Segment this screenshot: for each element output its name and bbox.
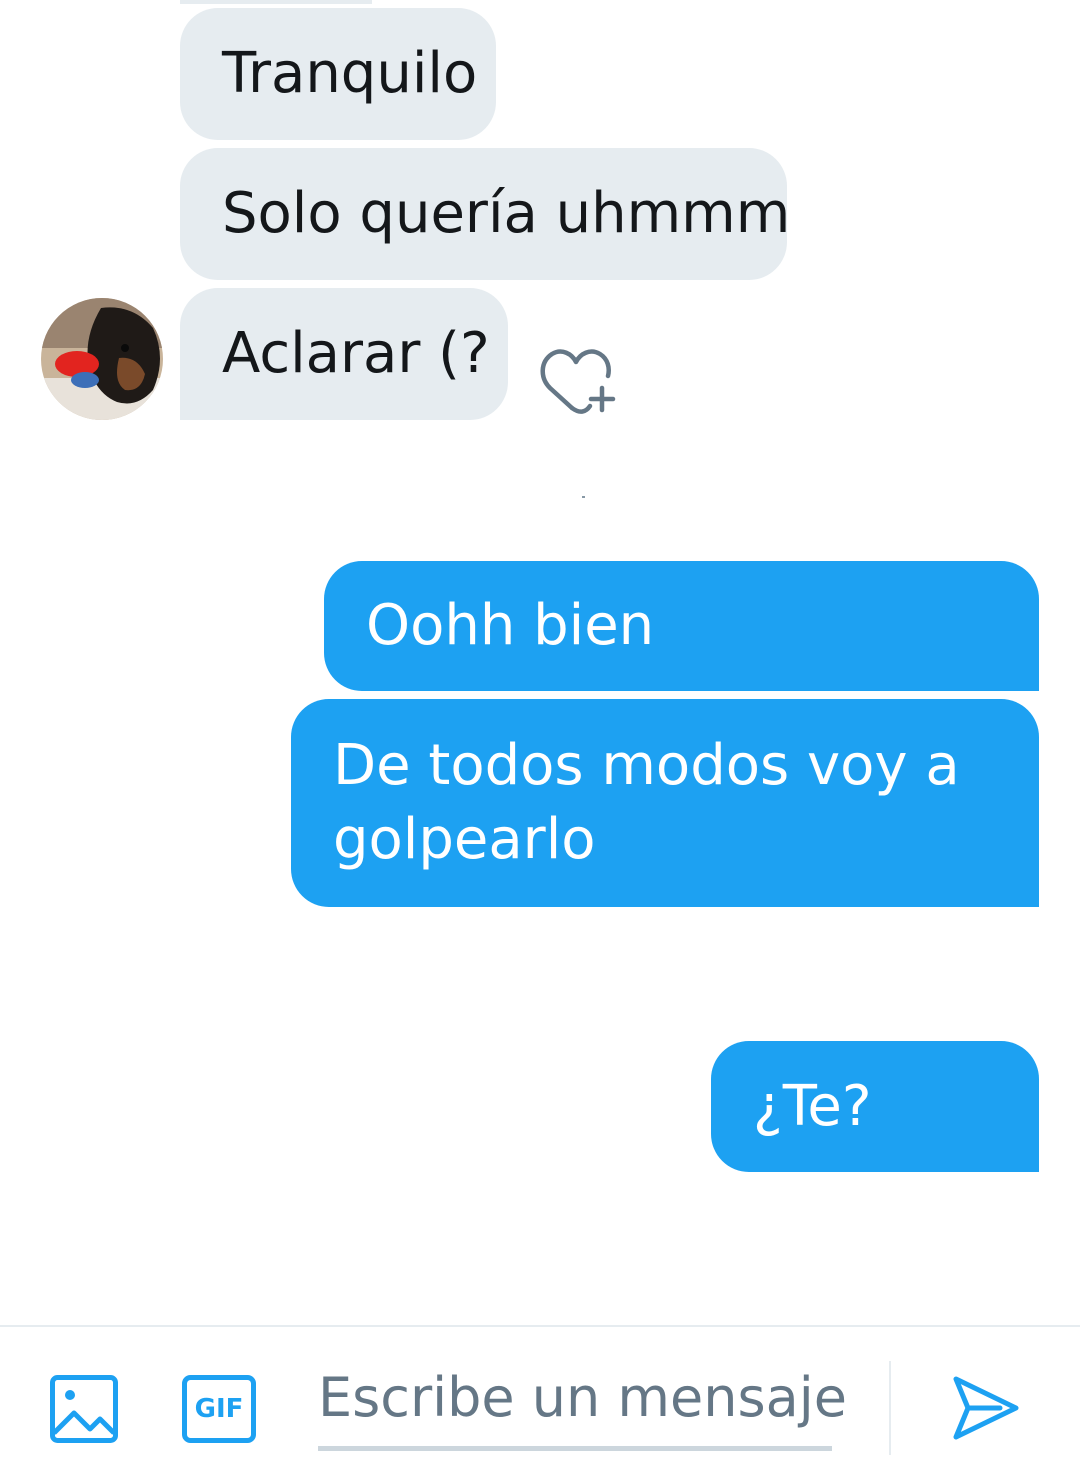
separator-dot (582, 496, 585, 498)
message-text: Oohh bien (366, 593, 655, 658)
previous-message-bubble-edge (180, 0, 372, 4)
sent-message-bubble[interactable]: ¿Te? (711, 1041, 1039, 1172)
dm-conversation-screen: Tranquilo Solo quería uhmmm Aclarar (? O… (0, 0, 1080, 1474)
add-photo-button[interactable] (50, 1375, 118, 1443)
message-composer: GIF Escribe un mensaje (0, 1325, 1080, 1474)
message-text: Tranquilo (222, 41, 478, 106)
like-message-button[interactable] (536, 344, 620, 418)
send-icon (953, 1376, 1019, 1440)
received-message-bubble[interactable]: Tranquilo (180, 8, 496, 140)
message-text-line: De todos modos voy a (333, 733, 960, 798)
message-text: Aclarar (? (222, 321, 490, 386)
gif-label: GIF (194, 1394, 244, 1424)
message-text: Solo quería uhmmm (222, 181, 791, 246)
message-input[interactable]: Escribe un mensaje (318, 1363, 847, 1451)
received-message-bubble[interactable]: Solo quería uhmmm (180, 148, 791, 280)
heart-plus-icon (540, 349, 616, 414)
composer-divider (889, 1361, 891, 1455)
add-gif-button[interactable]: GIF (182, 1375, 256, 1443)
sent-message-bubble[interactable]: Oohh bien (324, 561, 1039, 691)
sender-avatar[interactable] (41, 298, 163, 420)
message-text: ¿Te? (753, 1073, 872, 1139)
image-icon (50, 1375, 118, 1443)
received-message-bubble[interactable]: Aclarar (? (180, 288, 508, 420)
avatar-photo (41, 298, 163, 420)
send-button[interactable] (950, 1373, 1020, 1443)
sent-message-bubble[interactable]: De todos modos voy a golpearlo (291, 699, 1039, 907)
message-text-line: golpearlo (333, 807, 596, 872)
